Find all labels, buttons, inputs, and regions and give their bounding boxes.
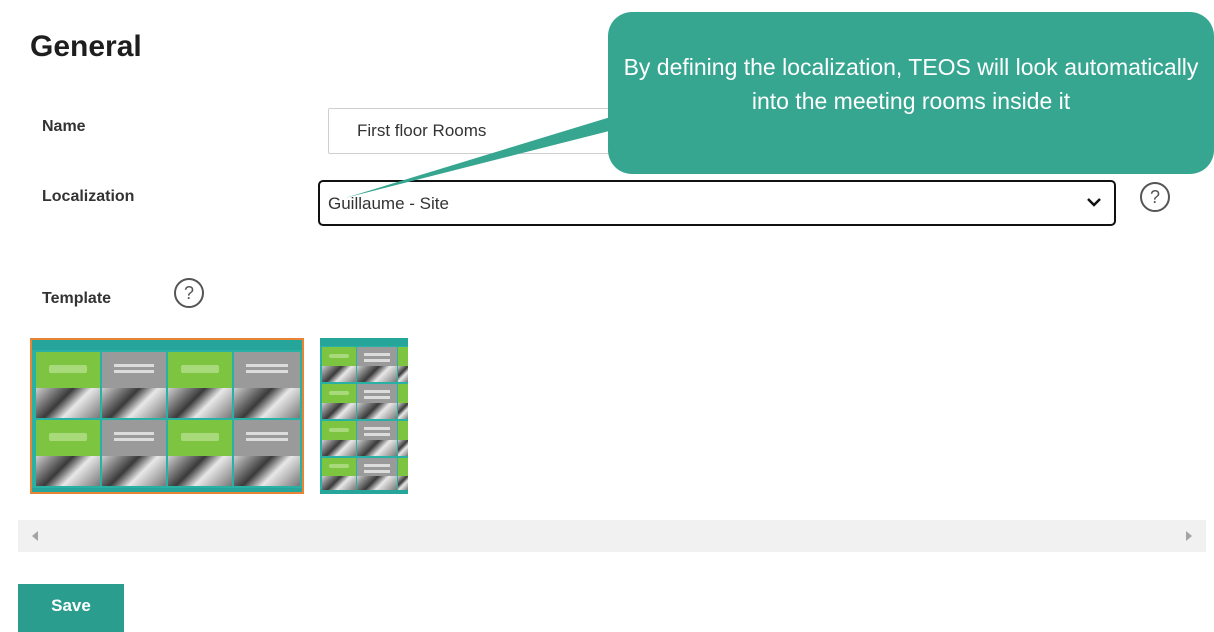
thumbnail-tile [322, 347, 356, 382]
save-button[interactable]: Save [18, 584, 124, 632]
name-input[interactable] [328, 108, 628, 154]
thumbnail-tile [398, 421, 408, 456]
localization-select[interactable]: Guillaume - Site [318, 180, 1116, 226]
chevron-down-icon [1087, 198, 1101, 207]
thumbnail-tile [102, 352, 166, 418]
thumbnail-tile [357, 421, 397, 456]
thumbnail-tile [322, 421, 356, 456]
thumbnail-tile [234, 352, 300, 418]
scroll-left-arrow-icon[interactable] [32, 531, 38, 541]
thumbnail-tile [36, 420, 100, 486]
thumbnail-tile [322, 384, 356, 419]
callout-tooltip: By defining the localization, TEOS will … [608, 12, 1214, 174]
thumbnail-tile [398, 458, 408, 490]
thumbnail-tile [102, 420, 166, 486]
thumbnail-tile [322, 458, 356, 490]
thumbnail-tile [168, 352, 232, 418]
thumbnail-footer [320, 490, 408, 494]
thumbnail-tile [234, 420, 300, 486]
scroll-right-arrow-icon[interactable] [1186, 531, 1192, 541]
localization-selected-value: Guillaume - Site [328, 194, 449, 213]
thumbnail-tile [357, 347, 397, 382]
template-thumbnail-landscape[interactable] [30, 338, 304, 494]
page-title: General [30, 30, 142, 63]
template-thumbnail-portrait[interactable] [320, 338, 408, 494]
thumbnail-footer [32, 488, 302, 492]
localization-help-icon[interactable]: ? [1140, 182, 1170, 212]
template-help-icon[interactable]: ? [174, 278, 204, 308]
thumbnail-tile [168, 420, 232, 486]
thumbnail-header [32, 340, 302, 350]
thumbnail-tile [398, 384, 408, 419]
thumbnail-header [320, 338, 408, 346]
template-label: Template [42, 290, 112, 307]
localization-label: Localization [42, 188, 135, 205]
thumbnail-tile [36, 352, 100, 418]
horizontal-scrollbar[interactable] [18, 520, 1206, 552]
thumbnail-tile [398, 347, 408, 382]
thumbnail-tile [357, 384, 397, 419]
name-label: Name [42, 118, 86, 135]
thumbnail-tile [357, 458, 397, 490]
